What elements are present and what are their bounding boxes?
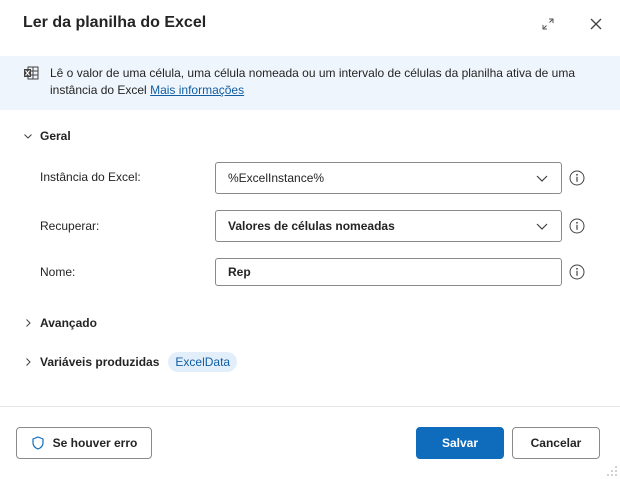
read-excel-dialog: Ler da planilha do Excel Lê o valor de u… <box>0 0 620 479</box>
retrieve-label: Recuperar: <box>40 219 100 233</box>
chevron-down-icon <box>22 130 34 142</box>
excel-sheet-icon <box>24 66 39 80</box>
info-bar: Lê o valor de uma célula, uma célula nom… <box>0 56 620 110</box>
name-label: Nome: <box>40 265 76 279</box>
resize-grip-icon[interactable] <box>604 463 618 477</box>
retrieve-value: Valores de células nomeadas <box>228 219 395 233</box>
more-info-link[interactable]: Mais informações <box>150 83 244 97</box>
section-general-label: Geral <box>40 129 71 143</box>
close-button[interactable] <box>586 14 606 34</box>
name-input[interactable]: Rep <box>215 258 562 286</box>
chevron-down-icon <box>535 171 549 185</box>
chevron-right-icon <box>22 317 34 329</box>
save-button[interactable]: Salvar <box>416 427 504 459</box>
instance-select[interactable]: %ExcelInstance% <box>215 162 562 194</box>
section-variables-label: Variáveis produzidas <box>40 355 160 369</box>
variable-badge[interactable]: ExcelData <box>168 352 238 372</box>
on-error-label: Se houver erro <box>52 436 138 450</box>
section-general-toggle[interactable]: Geral <box>22 129 71 143</box>
section-variables-toggle[interactable]: Variáveis produzidas ExcelData <box>22 352 238 372</box>
close-icon <box>590 18 602 30</box>
shield-icon <box>31 436 45 450</box>
info-circle-icon[interactable] <box>569 264 585 280</box>
name-value: Rep <box>228 265 251 279</box>
info-circle-icon[interactable] <box>569 218 585 234</box>
chevron-down-icon <box>535 219 549 233</box>
cancel-button[interactable]: Cancelar <box>512 427 600 459</box>
chevron-right-icon <box>22 356 34 368</box>
section-advanced-toggle[interactable]: Avançado <box>22 316 97 330</box>
info-circle-icon[interactable] <box>569 170 585 186</box>
expand-button[interactable] <box>538 14 558 34</box>
retrieve-select[interactable]: Valores de células nomeadas <box>215 210 562 242</box>
info-description: Lê o valor de uma célula, uma célula nom… <box>50 66 575 97</box>
instance-label: Instância do Excel: <box>40 170 141 184</box>
instance-value: %ExcelInstance% <box>228 171 325 185</box>
on-error-button[interactable]: Se houver erro <box>16 427 152 459</box>
expand-icon <box>542 18 554 30</box>
dialog-header: Ler da planilha do Excel <box>0 0 620 50</box>
dialog-title: Ler da planilha do Excel <box>23 14 207 31</box>
section-advanced-label: Avançado <box>40 316 97 330</box>
info-text: Lê o valor de uma célula, uma célula nom… <box>50 65 590 99</box>
footer-divider <box>0 406 620 407</box>
